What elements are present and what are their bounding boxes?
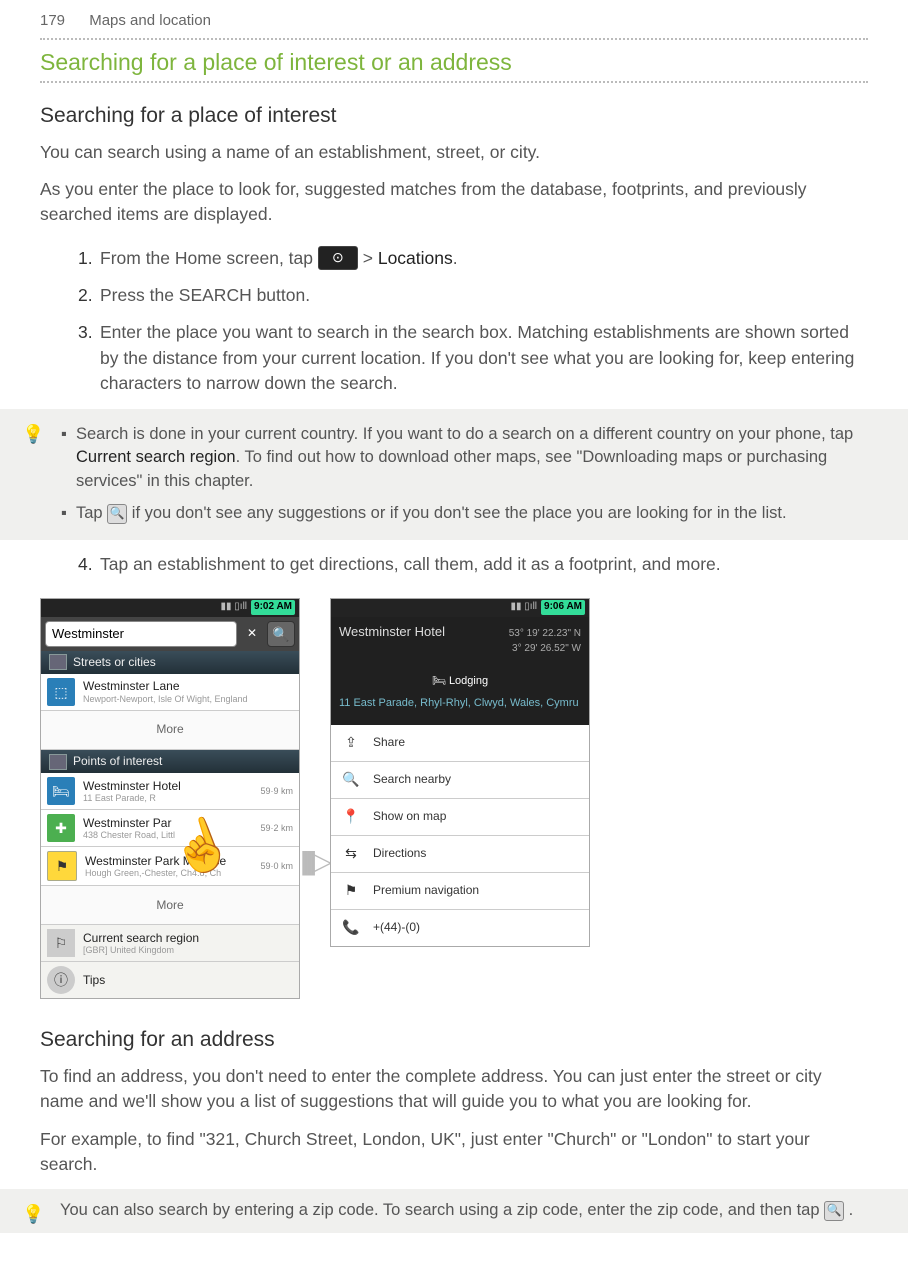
action-premium-nav[interactable]: ⚑Premium navigation xyxy=(331,873,589,910)
running-header: 179 Maps and location xyxy=(0,0,908,38)
search-icon: 🔍 xyxy=(107,504,127,524)
search-button[interactable]: 🔍 xyxy=(267,621,295,647)
distance: 59·9 km xyxy=(260,785,293,798)
address: 11 East Parade, Rhyl-Rhyl, Clwyd, Wales,… xyxy=(339,696,581,712)
chapter-title: Maps and location xyxy=(89,12,211,29)
action-show-on-map[interactable]: 📍Show on map xyxy=(331,799,589,836)
steps-list-continued: Tap an establishment to get directions, … xyxy=(0,546,908,583)
current-region-row[interactable]: ⚐ Current search region[GBR] United King… xyxy=(41,925,299,962)
action-share[interactable]: ⇪Share xyxy=(331,725,589,762)
tip-box: 💡 You can also search by entering a zip … xyxy=(0,1189,908,1233)
search-input[interactable] xyxy=(45,621,237,647)
status-time: 9:06 AM xyxy=(541,600,585,615)
lodging-icon: 🛏 xyxy=(47,777,75,805)
subsection-address-title: Searching for an address xyxy=(0,1007,908,1057)
detail-header: Westminster Hotel 53° 19' 22.23" N3° 29'… xyxy=(331,617,589,725)
action-call[interactable]: 📞+(44)-(0) xyxy=(331,910,589,946)
category-lodging: 🛏 Lodging xyxy=(339,674,581,690)
screenshot-detail: ▮▮ ▯ıll 9:06 AM Westminster Hotel 53° 19… xyxy=(330,598,590,947)
step-3: Enter the place you want to search in th… xyxy=(78,314,868,402)
result-row[interactable]: ✚ Westminster Par438 Chester Road, Littl… xyxy=(41,810,299,847)
streets-icon xyxy=(49,654,67,670)
screenshot-search-results: ▮▮ ▯ıll 9:02 AM ✕ 🔍 Streets or cities ⬚ … xyxy=(40,598,300,1000)
more-row[interactable]: More xyxy=(41,886,299,925)
paragraph: For example, to find "321, Church Street… xyxy=(0,1121,908,1184)
tip-item: Tap 🔍 if you don't see any suggestions o… xyxy=(76,498,868,530)
page-number: 179 xyxy=(40,10,65,32)
step-2: Press the SEARCH button. xyxy=(78,277,868,314)
result-row[interactable]: ⬚ Westminster LaneNewport-Newport, Isle … xyxy=(41,674,299,711)
flag-icon: ⚑ xyxy=(47,851,77,881)
step-4: Tap an establishment to get directions, … xyxy=(78,546,868,583)
search-nearby-icon: 🔍 xyxy=(337,766,365,794)
distance: 59·0 km xyxy=(260,860,293,873)
lightbulb-icon: 💡 xyxy=(22,421,44,447)
apps-icon xyxy=(318,246,358,270)
tip-box: 💡 Search is done in your current country… xyxy=(0,409,908,541)
locations-term: Locations xyxy=(378,248,453,268)
more-row[interactable]: More xyxy=(41,711,299,750)
step-1: From the Home screen, tap > Locations. xyxy=(78,240,868,277)
section-title: Searching for a place of interest or an … xyxy=(0,40,908,81)
status-bar: ▮▮ ▯ıll 9:02 AM xyxy=(41,599,299,617)
lightbulb-icon: 💡 xyxy=(22,1201,44,1227)
search-row: ✕ 🔍 xyxy=(41,617,299,651)
section-header-poi: Points of interest xyxy=(41,750,299,773)
search-icon: 🔍 xyxy=(824,1201,844,1221)
region-icon: ⚐ xyxy=(47,929,75,957)
status-time: 9:02 AM xyxy=(251,600,295,615)
navigation-icon: ⚑ xyxy=(337,877,365,905)
section-header-streets: Streets or cities xyxy=(41,651,299,674)
action-search-nearby[interactable]: 🔍Search nearby xyxy=(331,762,589,799)
phone-icon: 📞 xyxy=(337,914,365,942)
health-icon: ✚ xyxy=(47,814,75,842)
tips-row[interactable]: ⓘ Tips xyxy=(41,962,299,998)
map-pin-icon: 📍 xyxy=(337,803,365,831)
status-bar: ▮▮ ▯ıll 9:06 AM xyxy=(331,599,589,617)
result-row[interactable]: ⚑ Westminster Park M rseHough Green,-Che… xyxy=(41,847,299,886)
signal-icon: ▮▮ ▯ıll xyxy=(221,600,248,615)
share-icon: ⇪ xyxy=(337,729,365,757)
paragraph: As you enter the place to look for, sugg… xyxy=(0,171,908,234)
paragraph: You can search using a name of an establ… xyxy=(0,134,908,171)
road-icon: ⬚ xyxy=(47,678,75,706)
signal-icon: ▮▮ ▯ıll xyxy=(511,600,538,615)
poi-icon xyxy=(49,754,67,770)
current-search-region-term: Current search region xyxy=(76,448,236,466)
directions-icon: ⇆ xyxy=(337,840,365,868)
tip-item: Search is done in your current country. … xyxy=(76,419,868,499)
distance: 59·2 km xyxy=(260,822,293,835)
action-directions[interactable]: ⇆Directions xyxy=(331,836,589,873)
steps-list: From the Home screen, tap > Locations. P… xyxy=(0,240,908,403)
result-row[interactable]: 🛏 Westminster Hotel11 East Parade, R 59·… xyxy=(41,773,299,810)
info-icon: ⓘ xyxy=(47,966,75,994)
subsection-poi-title: Searching for a place of interest xyxy=(0,83,908,133)
clear-icon[interactable]: ✕ xyxy=(241,621,263,647)
paragraph: To find an address, you don't need to en… xyxy=(0,1058,908,1121)
